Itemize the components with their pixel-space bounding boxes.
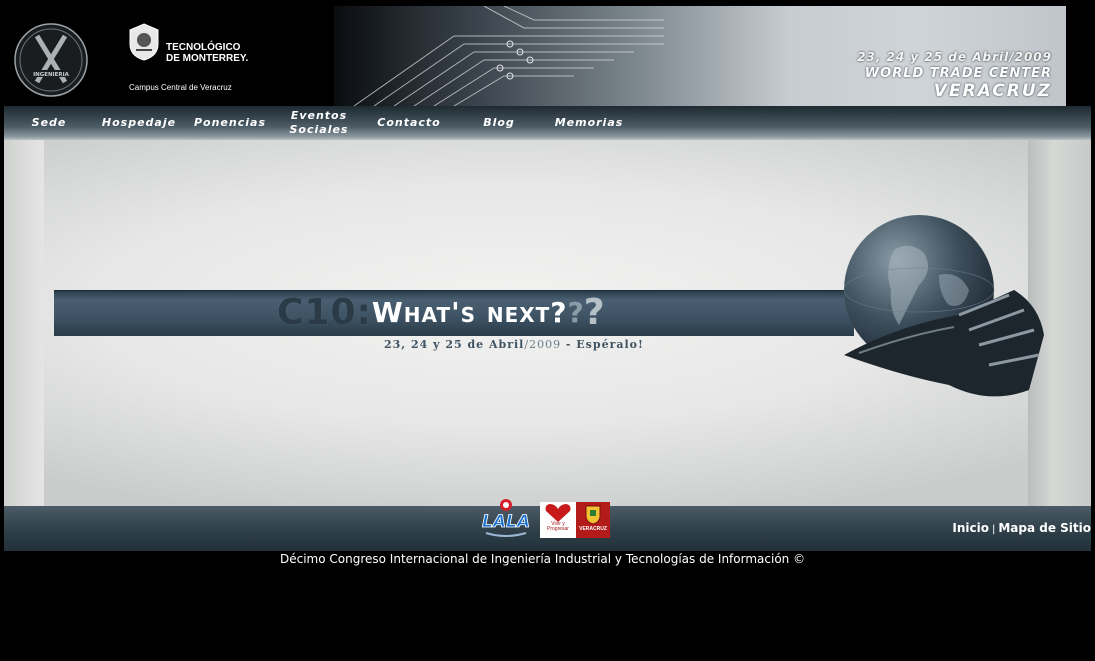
footer-link-inicio[interactable]: Inicio bbox=[952, 521, 989, 535]
main-nav: Sede Hospedaje Ponencias Eventos Sociale… bbox=[4, 106, 1091, 140]
hero-tagline: 23, 24 y 25 de Abril/2009 - Espéralo! bbox=[384, 338, 644, 351]
headline-text: What's next? bbox=[371, 296, 568, 329]
tagline-dates: 23, 24 y 25 de Abril bbox=[384, 338, 525, 351]
congress-logo[interactable]: INGENIERIA bbox=[13, 22, 89, 98]
veracruz-shield-icon bbox=[585, 505, 601, 525]
footer-bar: LALA Vivir y Progresar VERACRUZ Inicio | M… bbox=[4, 499, 1091, 551]
nav-item-blog[interactable]: Blog bbox=[474, 106, 524, 140]
congress-logo-text: INGENIERIA bbox=[33, 72, 70, 78]
nav-item-sede[interactable]: Sede bbox=[24, 106, 74, 140]
tec-name: TECNOLÓGICO DE MONTERREY. bbox=[166, 42, 249, 64]
hero-banner[interactable]: C10: What's next? ? ? 23, 24 y 25 de Abr… bbox=[4, 140, 1091, 506]
event-venue: WORLD TRADE CENTER bbox=[864, 66, 1052, 81]
footer-links: Inicio | Mapa de Sitio bbox=[952, 521, 1091, 535]
vivir-progresar-logo[interactable]: Vivir y Progresar bbox=[540, 502, 576, 538]
header: INGENIERIA TECNOLÓGICO DE MONTERREY. Cam… bbox=[4, 6, 1066, 106]
nav-item-eventos-sociales[interactable]: Eventos Sociales bbox=[282, 106, 356, 140]
headline-prefix: C10: bbox=[277, 292, 372, 333]
footer-link-mapa-de-sitio[interactable]: Mapa de Sitio bbox=[998, 521, 1091, 535]
copyright-text: Décimo Congreso Internacional de Ingenie… bbox=[280, 552, 806, 566]
footer-link-separator: | bbox=[991, 524, 996, 535]
headline-question-mark-2: ? bbox=[583, 292, 605, 333]
headline-question-mark: ? bbox=[567, 296, 584, 329]
lala-text: LALA bbox=[482, 512, 530, 532]
hero-headline: C10: What's next? ? ? bbox=[277, 290, 605, 335]
nav-item-hospedaje[interactable]: Hospedaje bbox=[101, 106, 177, 140]
tec-monterrey-logo[interactable]: TECNOLÓGICO DE MONTERREY. bbox=[124, 22, 254, 64]
lala-sponsor-logo[interactable]: LALA bbox=[478, 497, 534, 541]
veracruz-text: VERACRUZ bbox=[579, 526, 607, 532]
globe-robot-hand-icon bbox=[843, 215, 1044, 397]
nav-item-contacto[interactable]: Contacto bbox=[372, 106, 446, 140]
vivir-text: Vivir y Progresar bbox=[547, 521, 569, 532]
nav-item-ponencias[interactable]: Ponencias bbox=[192, 106, 268, 140]
event-city: VERACRUZ bbox=[933, 81, 1052, 101]
nav-item-memorias[interactable]: Memorias bbox=[552, 106, 626, 140]
event-date: 23, 24 y 25 de Abril/2009 bbox=[857, 50, 1052, 64]
tagline-year: /2009 bbox=[524, 338, 562, 351]
campus-name: Campus Central de Veracruz bbox=[129, 83, 232, 92]
hero-edge-left bbox=[4, 140, 44, 506]
veracruz-logo[interactable]: VERACRUZ bbox=[576, 502, 610, 538]
tec-shield-icon bbox=[129, 23, 159, 61]
tagline-end: - Espéralo! bbox=[561, 338, 644, 351]
